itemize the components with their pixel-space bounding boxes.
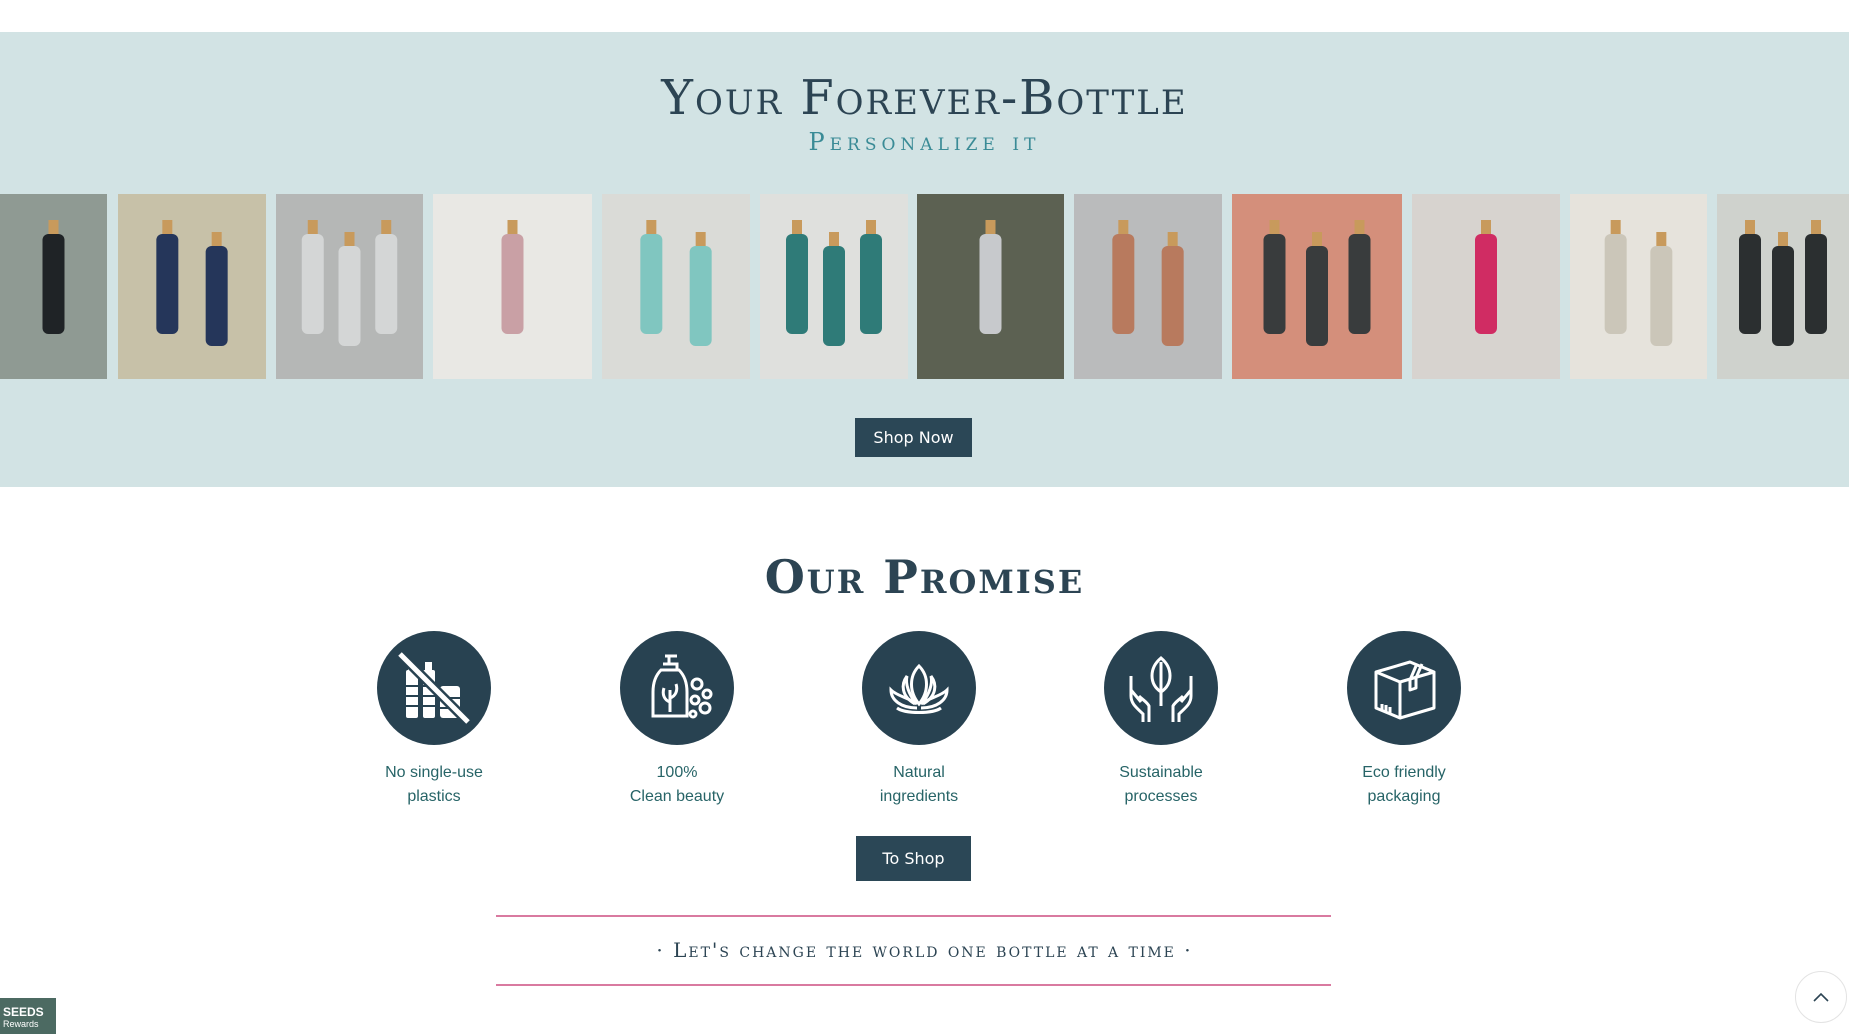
feature-natural-ingredients: Natural ingredients [799, 631, 1039, 809]
no-plastic-bottles-icon [377, 631, 491, 745]
photo-pink-bottles [1412, 194, 1560, 379]
tagline: · Let's change the world one bottle at a… [656, 938, 1193, 962]
feature-label: No single-use plastics [385, 764, 483, 805]
photo-copper-bottles [1074, 194, 1222, 379]
seeds-badge-title: SEEDS [3, 1005, 44, 1019]
photo-gold-bottles-tray [1570, 194, 1707, 379]
feature-label: Sustainable processes [1119, 764, 1203, 805]
soap-bottle-bubbles-icon [620, 631, 734, 745]
shop-now-button[interactable]: Shop Now [855, 418, 972, 457]
hero-title: Your Forever-Bottle [661, 70, 1188, 126]
feature-label: Eco friendly packaging [1362, 764, 1446, 805]
photo-pink-bottle-sink [433, 194, 592, 379]
divider-bottom [496, 984, 1331, 986]
hands-leaf-icon [1104, 631, 1218, 745]
feature-label: 100% Clean beauty [629, 764, 725, 805]
hero-section: Your Forever-Bottle Personalize it Shop … [0, 32, 1849, 487]
feature-sustainable-processes: Sustainable processes [1041, 631, 1281, 809]
photo-teal-bottles-brush [760, 194, 908, 379]
box-package-icon [1347, 631, 1461, 745]
chevron-up-icon [1813, 992, 1829, 1002]
feature-no-single-use-plastics: No single-use plastics [314, 631, 554, 809]
feature-eco-packaging: Eco friendly packaging [1284, 631, 1524, 809]
hero-subtitle: Personalize it [808, 128, 1041, 156]
feature-clean-beauty: 100% Clean beauty [557, 631, 797, 809]
photo-navy-bottles-striped-towel [118, 194, 266, 379]
lotus-flower-icon [862, 631, 976, 745]
photo-glitter-bottles-pink-wall [1232, 194, 1402, 379]
product-photo-gallery[interactable] [0, 194, 1849, 379]
seeds-badge-subtitle: Rewards [3, 1019, 39, 1029]
photo-turquoise-bottles [602, 194, 750, 379]
photo-silver-bottles-wood [917, 194, 1064, 379]
photo-silver-bottle-concrete [276, 194, 423, 379]
to-shop-button[interactable]: To Shop [856, 836, 971, 881]
photo-black-bottles-window [1717, 194, 1849, 379]
seeds-rewards-badge[interactable]: SEEDS Rewards [0, 998, 56, 1034]
divider-top [496, 915, 1331, 917]
promise-title: Our Promise [764, 550, 1085, 604]
feature-label: Natural ingredients [879, 764, 959, 805]
photo-black-bottles-plants [0, 194, 107, 379]
scroll-to-top-button[interactable] [1795, 971, 1847, 1023]
